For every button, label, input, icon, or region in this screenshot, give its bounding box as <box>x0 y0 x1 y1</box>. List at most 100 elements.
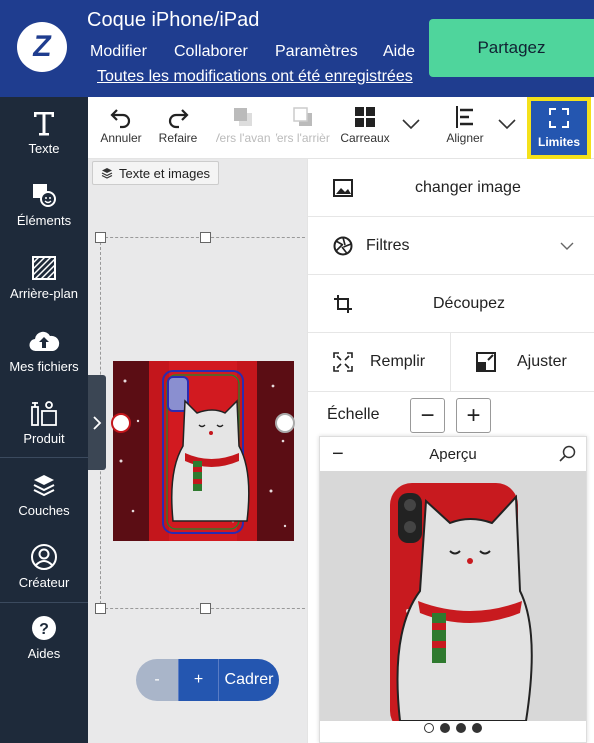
chevron-down-icon <box>560 242 574 250</box>
rail-item-elements[interactable]: Éléments <box>0 181 88 228</box>
svg-text:?: ? <box>39 621 49 638</box>
menu-aide[interactable]: Aide <box>383 43 415 61</box>
rail-label: Texte <box>28 141 60 156</box>
redo-icon <box>166 103 190 131</box>
rail-label: Couches <box>18 503 70 518</box>
resize-handle-t[interactable] <box>200 232 211 243</box>
rail-divider <box>0 602 88 603</box>
menu-parametres[interactable]: Paramètres <box>275 43 358 61</box>
aperture-icon <box>333 236 353 255</box>
tiles-chevron-down-icon[interactable] <box>401 117 421 135</box>
redo-button[interactable]: Refaire <box>150 103 206 145</box>
menu-collaborer[interactable]: Collaborer <box>174 43 248 61</box>
carousel-dots <box>320 720 586 736</box>
limits-label: Limites <box>537 135 580 149</box>
saved-status-link[interactable]: Toutes les modifications ont été enregis… <box>97 68 413 86</box>
document-title: Coque iPhone/iPad <box>87 9 260 31</box>
rail-label: Éléments <box>16 213 72 228</box>
design-image[interactable] <box>113 361 294 541</box>
fit-label: Ajuster <box>517 353 567 370</box>
tiles-button[interactable]: Carreaux <box>334 103 396 145</box>
preview-collapse-button[interactable]: − <box>332 443 344 466</box>
carousel-dot[interactable] <box>440 723 450 733</box>
preview-card: − Aperçu <box>319 436 587 743</box>
expand-panel-button[interactable] <box>88 375 106 470</box>
rail-item-produit[interactable]: Produit <box>0 399 88 446</box>
resize-handle-tl[interactable] <box>95 232 106 243</box>
rail-label: Mes fichiers <box>9 359 79 374</box>
properties-panel: changer image Filtres Découpez Remplir A… <box>307 159 594 743</box>
scale-label: Échelle <box>327 406 380 423</box>
zoom-in-button[interactable]: + <box>178 659 218 701</box>
rotate-handle-icon[interactable] <box>275 413 295 433</box>
chevron-right-icon <box>93 415 102 430</box>
rail-divider <box>0 457 88 458</box>
undo-button[interactable]: Annuler <box>92 103 150 145</box>
carousel-dot[interactable] <box>472 723 482 733</box>
app: Z Coque iPhone/iPad Modifier Collaborer … <box>0 0 594 743</box>
align-chevron-down-icon[interactable] <box>497 117 517 135</box>
layer-badge[interactable]: Texte et images <box>92 161 220 185</box>
resize-handle-b[interactable] <box>200 603 211 614</box>
fit-icon <box>476 352 496 372</box>
change-image-label: changer image <box>415 178 521 196</box>
limits-button[interactable]: Limites <box>527 97 591 159</box>
preview-header: − Aperçu <box>320 437 586 471</box>
carousel-dot[interactable] <box>456 723 466 733</box>
design-canvas[interactable]: Texte et images - + Cadrer <box>88 159 307 743</box>
header: Z Coque iPhone/iPad Modifier Collaborer … <box>0 0 594 97</box>
logo-letter: Z <box>30 30 54 63</box>
search-icon[interactable] <box>558 445 576 463</box>
fill-label: Remplir <box>370 353 426 370</box>
rail-label: Aides <box>27 646 61 661</box>
background-icon <box>31 254 57 282</box>
change-image-row[interactable]: changer image <box>308 159 594 217</box>
undo-label: Annuler <box>100 131 142 145</box>
fill-fit-row: Remplir Ajuster <box>308 333 594 391</box>
rail-item-arriere-plan[interactable]: Arrière-plan <box>0 254 88 301</box>
undo-icon <box>109 103 133 131</box>
rail-label: Produit <box>23 431 65 446</box>
user-icon <box>30 543 58 571</box>
send-backward-icon <box>291 103 315 131</box>
text-icon <box>32 109 56 137</box>
scale-decrease-button[interactable]: − <box>410 398 445 433</box>
preview-title: Aperçu <box>429 445 477 463</box>
zoom-out-button[interactable]: - <box>136 659 178 701</box>
rail-label: Créateur <box>18 575 70 590</box>
zoom-control: - + Cadrer <box>136 659 279 701</box>
resize-handle-bl[interactable] <box>95 603 106 614</box>
redo-label: Refaire <box>158 131 198 145</box>
rail-item-texte[interactable]: Texte <box>0 109 88 156</box>
fit-panel-button[interactable]: Ajuster <box>452 333 594 391</box>
scale-increase-button[interactable]: + <box>456 398 491 433</box>
rail-item-createur[interactable]: Créateur <box>0 543 88 590</box>
filters-row[interactable]: Filtres <box>308 217 594 275</box>
send-backward-button[interactable]: Vers l'arrière <box>276 103 330 145</box>
rail-item-aides[interactable]: ? Aides <box>0 614 88 661</box>
menu-modifier[interactable]: Modifier <box>90 43 147 61</box>
crop-icon <box>334 294 352 313</box>
product-icon <box>29 399 59 427</box>
bounds-icon <box>549 108 569 128</box>
align-button[interactable]: Aligner <box>438 103 492 145</box>
zazzle-logo[interactable]: Z <box>17 22 67 72</box>
fit-button[interactable]: Cadrer <box>218 659 279 701</box>
carousel-dot[interactable] <box>424 723 434 733</box>
crop-label: Découpez <box>433 294 506 312</box>
bring-forward-icon <box>231 103 255 131</box>
rail-item-mes-fichiers[interactable]: Mes fichiers <box>0 327 88 374</box>
elements-icon <box>31 181 57 209</box>
fill-icon <box>333 352 353 372</box>
fill-button[interactable]: Remplir <box>308 333 451 391</box>
crop-row[interactable]: Découpez <box>308 275 594 333</box>
layers-icon <box>31 471 57 499</box>
bring-forward-button[interactable]: Vers l'avant <box>216 103 270 145</box>
delete-handle-icon[interactable] <box>111 413 131 433</box>
rail-item-couches[interactable]: Couches <box>0 471 88 518</box>
left-rail: Texte Éléments Arrière-plan Mes fichiers… <box>0 97 88 743</box>
preview-image <box>320 471 586 721</box>
share-button[interactable]: Partagez <box>429 19 594 77</box>
align-icon <box>454 103 476 131</box>
rail-label: Arrière-plan <box>10 286 78 301</box>
